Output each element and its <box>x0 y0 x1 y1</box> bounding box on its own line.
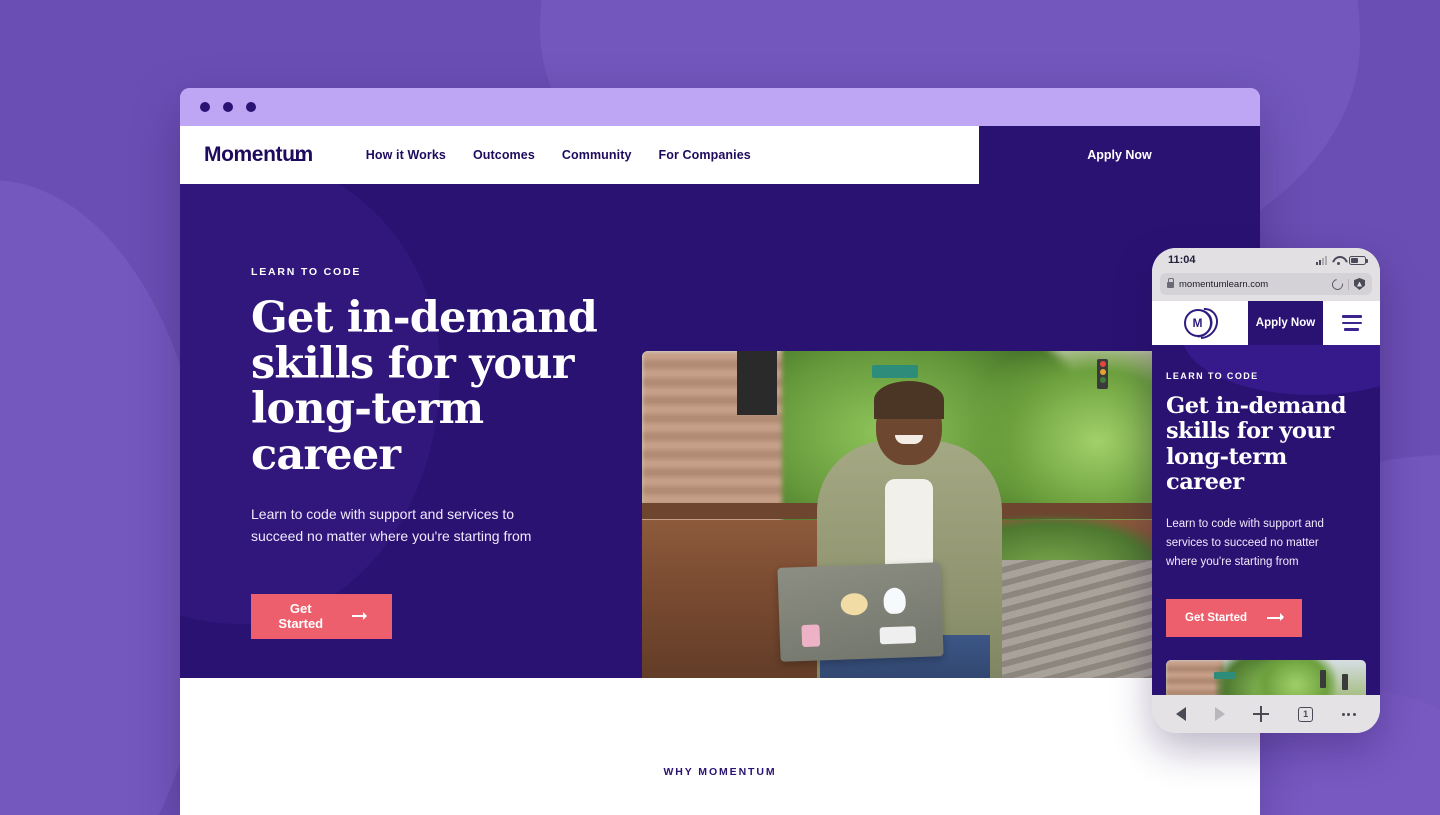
forward-button[interactable] <box>1214 707 1225 721</box>
phone-hero-subtitle: Learn to code with support and services … <box>1166 515 1366 573</box>
navbar-links: How it Works Outcomes Community For Comp… <box>366 148 751 162</box>
phone-hero-photo <box>1166 659 1366 695</box>
wifi-icon <box>1332 256 1344 265</box>
phone-hero-subtitle-line-1: Learn to code with support and <box>1166 517 1324 530</box>
lock-icon <box>1167 278 1175 288</box>
phone-hero-title: Get in-demand skills for your long-term … <box>1166 393 1366 496</box>
reload-icon[interactable] <box>1329 276 1346 292</box>
hero-subtitle-line-2: succeed no matter where you're starting … <box>251 528 532 544</box>
phone-clock: 11:04 <box>1168 254 1196 266</box>
back-button[interactable] <box>1176 707 1187 721</box>
navbar-apply-now-button[interactable]: Apply Now <box>979 126 1260 184</box>
laptop-sticker-2 <box>840 592 869 616</box>
hero-get-started-label: Get Started <box>278 601 324 632</box>
photo-traffic-light <box>1097 359 1108 389</box>
hero-inner: LEARN TO CODE Get in-demand skills for y… <box>180 184 1260 678</box>
plus-icon <box>1253 706 1270 722</box>
nav-link-community[interactable]: Community <box>562 148 632 162</box>
phone-mockup: 11:04 momentumlearn.com M Apply Now LEAR… <box>1152 248 1380 733</box>
navbar-apply-now-label: Apply Now <box>1087 148 1152 162</box>
back-arrow-icon <box>1176 707 1187 721</box>
shield-icon[interactable] <box>1354 278 1365 290</box>
laptop-sticker-1 <box>801 624 821 648</box>
laptop-sticker-octocat <box>883 587 907 615</box>
phone-hero-subtitle-line-2: services to succeed no matter <box>1166 537 1319 549</box>
hero-title-line-3: long-term career <box>251 384 484 480</box>
phone-get-started-button[interactable]: Get Started <box>1166 598 1302 637</box>
phone-apply-now-label: Apply Now <box>1255 317 1316 329</box>
tab-count-button[interactable]: 1 <box>1298 706 1314 722</box>
background-blob-left <box>0 180 210 815</box>
why-momentum-section: WHY MOMENTUM <box>180 678 1260 815</box>
window-maximize-dot[interactable] <box>246 102 256 112</box>
phone-hero-eyebrow: LEARN TO CODE <box>1166 371 1259 381</box>
phone-site-navbar: M Apply Now <box>1152 301 1380 345</box>
nav-link-for-companies[interactable]: For Companies <box>659 148 751 162</box>
arrow-right-icon <box>1267 613 1284 622</box>
window-close-dot[interactable] <box>200 102 210 112</box>
forward-arrow-icon <box>1214 707 1225 721</box>
more-options-button[interactable] <box>1341 712 1356 716</box>
arrow-right-icon <box>352 611 367 620</box>
site-navbar: Momentum How it Works Outcomes Community… <box>180 126 1260 184</box>
hero-subtitle: Learn to code with support and services … <box>251 504 581 547</box>
photo-street-sign <box>872 365 918 378</box>
window-minimize-dot[interactable] <box>223 102 233 112</box>
browser-titlebar <box>180 88 1260 126</box>
phone-get-started-label: Get Started <box>1185 611 1247 624</box>
urlbar-divider <box>1348 278 1349 290</box>
browser-window-mockup: Momentum How it Works Outcomes Community… <box>180 88 1260 815</box>
hero-title-line-1: Get in-demand <box>251 293 598 343</box>
phone-hero-subtitle-line-3: where you're starting from <box>1166 556 1299 569</box>
phone-status-icons <box>1316 255 1368 265</box>
phone-photo-traffic-light-1 <box>1320 669 1326 688</box>
phone-url-bar[interactable]: momentumlearn.com <box>1160 273 1372 295</box>
nav-link-how-it-works[interactable]: How it Works <box>366 148 446 162</box>
momentum-logo[interactable]: Momentum <box>204 143 316 167</box>
new-tab-button[interactable] <box>1253 706 1270 722</box>
hero-subtitle-line-1: Learn to code with support and services … <box>251 506 515 523</box>
battery-icon <box>1349 255 1368 265</box>
why-momentum-label: WHY MOMENTUM <box>663 766 777 778</box>
phone-apply-now-button[interactable]: Apply Now <box>1248 301 1323 345</box>
phone-hero-title-line-2: skills for your <box>1166 418 1334 445</box>
cellular-signal-icon <box>1316 255 1327 265</box>
momentum-mark-icon: M <box>1178 301 1224 345</box>
phone-browser-toolbar: 1 <box>1152 695 1380 733</box>
phone-url-text: momentumlearn.com <box>1179 278 1269 290</box>
hero-title-line-2: skills for your <box>251 338 574 389</box>
photo-street-banner <box>737 351 777 415</box>
phone-hero-blob <box>1182 345 1380 395</box>
hero-get-started-button[interactable]: Get Started <box>251 593 392 639</box>
phone-photo-street-sign <box>1214 671 1236 679</box>
momentum-mark-letter: M <box>1183 309 1212 337</box>
phone-logo[interactable]: M <box>1152 301 1248 345</box>
hero-title: Get in-demand skills for your long-term … <box>251 293 640 480</box>
logo-text: Momentum <box>204 143 313 166</box>
phone-status-bar: 11:04 <box>1152 248 1380 272</box>
navbar-left-group: Momentum How it Works Outcomes Community… <box>180 126 979 184</box>
logo-u-overline-icon <box>292 159 304 161</box>
phone-hero-title-line-1: Get in-demand <box>1166 393 1347 419</box>
phone-hero-section: LEARN TO CODE Get in-demand skills for y… <box>1152 345 1380 695</box>
hero-eyebrow: LEARN TO CODE <box>251 266 362 278</box>
photo-person-hair <box>874 381 944 419</box>
nav-link-outcomes[interactable]: Outcomes <box>473 148 535 162</box>
photo-laptop <box>777 562 944 662</box>
ellipsis-icon <box>1341 712 1356 716</box>
photo-bench <box>1002 560 1162 678</box>
hero-section: LEARN TO CODE Get in-demand skills for y… <box>180 184 1260 678</box>
hero-photo <box>642 351 1162 678</box>
laptop-sticker-label <box>879 626 917 645</box>
phone-photo-traffic-light-2 <box>1342 673 1348 690</box>
phone-hamburger-menu-icon[interactable] <box>1323 301 1380 345</box>
hero-copy: LEARN TO CODE Get in-demand skills for y… <box>180 184 640 678</box>
phone-hero-title-line-3: long-term career <box>1166 443 1287 496</box>
